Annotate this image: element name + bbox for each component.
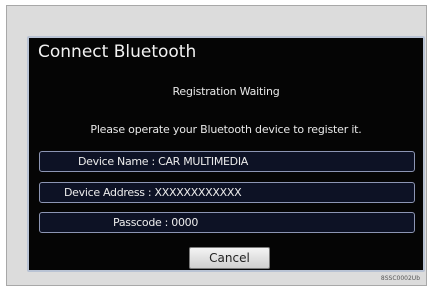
registration-status: Registration Waiting <box>172 85 280 98</box>
cancel-button[interactable]: Cancel <box>189 247 270 269</box>
device-name-field: Device Name : CAR MULTIMEDIA <box>39 151 415 172</box>
figure-code: 8SSC0002Ub <box>380 275 420 282</box>
passcode-field: Passcode : 0000 <box>39 212 415 233</box>
device-address-field: Device Address : XXXXXXXXXXXX <box>39 182 415 203</box>
dialog-title: Connect Bluetooth <box>38 42 197 62</box>
figure-frame: Connect Bluetooth Registration Waiting P… <box>6 5 427 286</box>
bluetooth-dialog: Connect Bluetooth Registration Waiting P… <box>27 36 425 272</box>
instruction-text: Please operate your Bluetooth device to … <box>90 123 362 136</box>
